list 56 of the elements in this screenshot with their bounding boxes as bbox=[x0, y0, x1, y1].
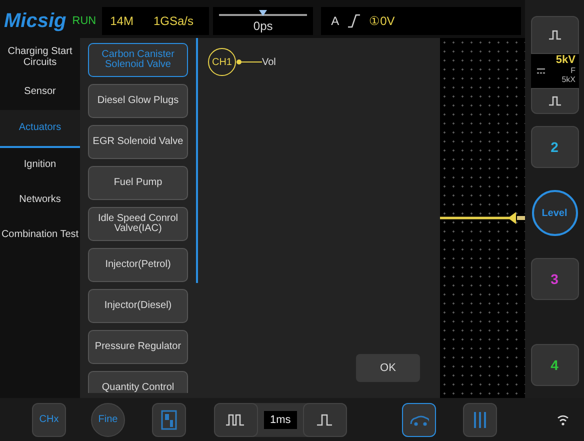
channel-badge: CH1 bbox=[208, 48, 236, 76]
memory-depth: 14M bbox=[110, 14, 134, 28]
ok-button[interactable]: OK bbox=[356, 354, 420, 382]
dc-coupling-icon bbox=[536, 68, 544, 74]
pulse-button[interactable] bbox=[530, 88, 578, 114]
brand-logo: Micsig bbox=[4, 10, 66, 32]
test-item-button[interactable]: Idle Speed Conrol Valve(IAC) bbox=[88, 207, 188, 241]
car-icon bbox=[408, 414, 429, 426]
channel-button[interactable]: 4 bbox=[530, 344, 578, 386]
wifi-icon bbox=[556, 414, 569, 426]
level-button[interactable]: Level bbox=[532, 190, 578, 236]
run-status[interactable]: RUN bbox=[72, 15, 96, 27]
rising-edge-icon bbox=[347, 14, 362, 28]
probe-lead-icon bbox=[236, 59, 262, 65]
time-offset: 0ps bbox=[253, 19, 273, 33]
storage-icon bbox=[161, 410, 177, 430]
category-tab[interactable]: Sensor bbox=[0, 75, 80, 110]
fine-button[interactable]: Fine bbox=[91, 402, 125, 436]
probe-label: Vol bbox=[262, 56, 276, 68]
time-position-panel[interactable]: 0ps bbox=[213, 7, 314, 35]
channel-scale: 5kV bbox=[556, 54, 576, 66]
timebase-value[interactable]: 1ms bbox=[264, 410, 297, 428]
trigger-level-line-icon bbox=[440, 212, 526, 224]
trigger-level: ①0V bbox=[369, 14, 395, 28]
channel-button[interactable]: 2 bbox=[530, 126, 578, 168]
test-item-button[interactable]: Diesel Glow Plugs bbox=[88, 84, 188, 118]
memory-button[interactable] bbox=[152, 402, 186, 436]
sample-rate: 1GSa/s bbox=[153, 14, 194, 28]
test-item-button[interactable]: EGR Solenoid Valve bbox=[88, 125, 188, 159]
pulse-icon bbox=[548, 30, 562, 40]
pulse-train-icon bbox=[225, 414, 247, 426]
category-tab[interactable]: Ignition bbox=[0, 148, 80, 183]
pulse-button[interactable] bbox=[302, 402, 347, 436]
trigger-source: A bbox=[331, 14, 340, 28]
coupling-label: F bbox=[570, 66, 576, 75]
test-item-button[interactable]: Injector(Petrol) bbox=[88, 248, 188, 282]
car-button[interactable] bbox=[402, 402, 436, 436]
test-item-button[interactable]: Injector(Diesel) bbox=[88, 289, 188, 323]
bars-button[interactable] bbox=[462, 402, 497, 436]
pulse-train-button[interactable] bbox=[214, 402, 258, 436]
bars-icon bbox=[474, 412, 486, 428]
test-item-button[interactable]: Carbon Canister Solenoid Valve bbox=[88, 43, 188, 77]
pulse-icon bbox=[316, 414, 334, 426]
probe-ratio: 5kX bbox=[562, 75, 576, 84]
test-item-button[interactable]: Quantity Control bbox=[88, 371, 188, 393]
pulse-icon bbox=[548, 96, 562, 106]
category-tab[interactable]: Actuators bbox=[0, 110, 80, 148]
category-tab[interactable]: Charging Start Circuits bbox=[0, 40, 80, 75]
test-item-button[interactable]: Fuel Pump bbox=[88, 166, 188, 200]
category-tab[interactable]: Combination Test bbox=[0, 218, 80, 253]
trigger-panel[interactable]: A ①0V bbox=[321, 7, 522, 35]
chx-button[interactable]: CHx bbox=[32, 402, 66, 436]
category-tab[interactable]: Networks bbox=[0, 183, 80, 218]
timeline-slider-icon bbox=[217, 9, 310, 19]
test-item-button[interactable]: Pressure Regulator bbox=[88, 330, 188, 364]
channel-1-panel[interactable]: 5kV F 5kX bbox=[530, 54, 578, 88]
